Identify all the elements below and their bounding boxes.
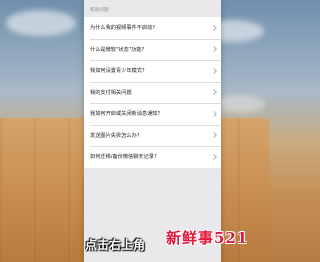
faq-item-label: 我如何设置青少年模式?	[90, 68, 145, 75]
faq-item-label: 什么是微软"状态"功能?	[90, 46, 145, 53]
chevron-right-icon	[211, 67, 217, 74]
faq-item[interactable]: 我如何开启或关闭新消息通知?	[84, 103, 221, 125]
faq-item-label: 如何迁移/备份微信聊天记录?	[90, 154, 157, 161]
faq-item[interactable]: 发送图片失败怎么办?	[84, 124, 221, 147]
chevron-right-icon	[211, 110, 217, 117]
faq-item-label: 我如何开启或关闭新消息通知?	[90, 111, 161, 118]
faq-item[interactable]: 我的支付相关问题	[84, 81, 221, 104]
chevron-right-icon	[211, 24, 217, 31]
chevron-right-icon	[211, 46, 217, 53]
background-cloud	[6, 10, 76, 36]
section-header: 帮助问题	[90, 8, 109, 13]
chevron-right-icon	[211, 132, 217, 139]
faq-item[interactable]: 为什么我的视频事件不启动?	[84, 17, 221, 39]
chevron-right-icon	[211, 153, 217, 160]
video-subtitle: 点击右上角	[85, 238, 146, 252]
faq-item-label: 我的支付相关问题	[90, 89, 132, 96]
chevron-right-icon	[211, 89, 217, 96]
faq-list: 为什么我的视频事件不启动? 什么是微软"状态"功能? 我如何设置青少年模式? 我…	[84, 17, 221, 168]
faq-item[interactable]: 如何迁移/备份微信聊天记录?	[84, 146, 221, 168]
faq-item-label: 发送图片失败怎么办?	[90, 132, 140, 139]
phone-screen: 帮助问题 为什么我的视频事件不启动? 什么是微软"状态"功能? 我如何设置青少年…	[84, 0, 221, 262]
background-cloud	[215, 95, 265, 113]
watermark-logo: 新鲜事521	[166, 229, 249, 247]
faq-item[interactable]: 我如何设置青少年模式?	[84, 60, 221, 82]
faq-item-label: 为什么我的视频事件不启动?	[90, 25, 156, 32]
faq-item[interactable]: 什么是微软"状态"功能?	[84, 38, 221, 61]
